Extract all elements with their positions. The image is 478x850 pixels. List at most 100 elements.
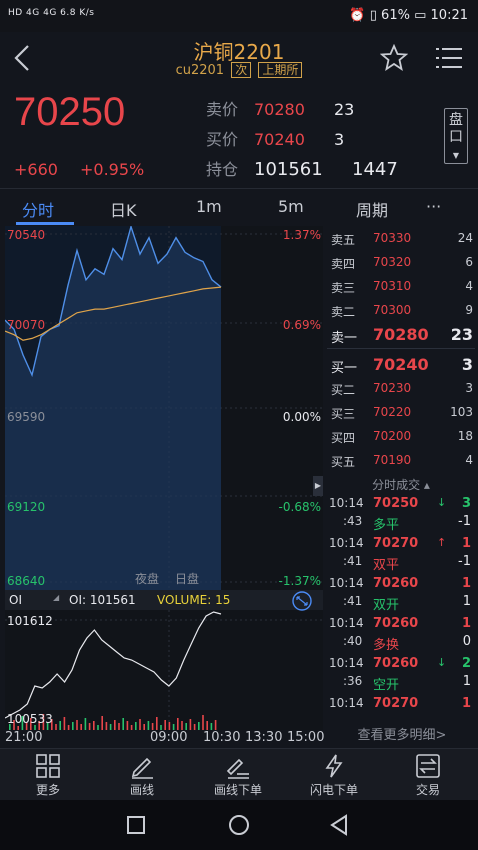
volume-bar bbox=[177, 718, 179, 730]
order-book-toggle[interactable]: 盘口 ▼ bbox=[444, 108, 468, 164]
level-volume: 6 bbox=[465, 255, 473, 269]
open-interest-row: 持仓 101561 1447 bbox=[206, 156, 398, 180]
clock: 10:21 bbox=[430, 8, 468, 23]
bid-price: 70240 bbox=[254, 130, 305, 149]
draw-order-icon bbox=[226, 758, 249, 779]
tick-trades[interactable]: 分时成交 ▴ 10:14:43 70250 多平 ↓ 3 -1 10:14:41 70270 双… bbox=[327, 474, 477, 746]
battery-icon: ▭ bbox=[414, 8, 427, 23]
level-label: 卖四 bbox=[331, 257, 356, 271]
more-button[interactable]: 更多 bbox=[8, 753, 88, 798]
level-volume: 24 bbox=[457, 231, 473, 245]
price-change-percent: +0.95% bbox=[80, 160, 145, 179]
tab-5m[interactable]: 5m bbox=[278, 197, 304, 216]
trade-volume: 1 bbox=[461, 536, 471, 551]
time-tick-3: 10:30 bbox=[203, 730, 241, 745]
status-bar: HD 4G 4G 6.8 K/s ⏰ ▯ 61% ▭ 10:21 bbox=[0, 0, 478, 32]
expand-panel-icon[interactable]: ▶ bbox=[313, 476, 323, 496]
home-icon[interactable] bbox=[229, 815, 249, 835]
draw-line-label: 画线 bbox=[129, 783, 154, 797]
trade-button[interactable]: 交易 bbox=[388, 753, 468, 798]
vibrate-icon: ▯ bbox=[369, 8, 377, 23]
book-divider bbox=[327, 348, 475, 349]
ask-level-2: 卖二 70300 9 bbox=[327, 298, 475, 322]
indicator-dropdown-icon[interactable]: ◢ bbox=[53, 593, 59, 602]
volume-oi-svg bbox=[4, 590, 323, 730]
tab-daily-k[interactable]: 日K bbox=[110, 197, 137, 221]
ask-row: 卖价 70280 23 bbox=[206, 96, 354, 120]
oi-low-label: 100533 bbox=[7, 712, 53, 726]
level-label: 买三 bbox=[331, 407, 356, 421]
volume-bar bbox=[156, 717, 158, 730]
level-price: 70240 bbox=[373, 355, 429, 374]
volume-bar bbox=[185, 723, 187, 730]
star-icon bbox=[379, 43, 409, 71]
volume-bar bbox=[59, 721, 61, 730]
trade-row: 10:14:43 70250 多平 ↓ 3 -1 bbox=[327, 496, 475, 536]
volume-bar bbox=[101, 716, 103, 730]
volume-bar bbox=[114, 720, 116, 730]
trade-time: 10:14 bbox=[329, 656, 364, 670]
battery-percent: 61% bbox=[381, 8, 410, 23]
price-chart-svg bbox=[4, 224, 323, 590]
trade-time: 10:14 bbox=[329, 576, 364, 590]
more-trades-link[interactable]: 查看更多明细> bbox=[327, 724, 477, 743]
recent-apps-icon[interactable] bbox=[127, 816, 145, 834]
chart-tabs: 分时 日K 1m 5m 周期 ··· bbox=[0, 188, 478, 225]
volume-bar bbox=[122, 718, 124, 730]
tab-period[interactable]: 周期 bbox=[356, 197, 388, 221]
volume-legend: VOLUME: 15 bbox=[157, 593, 231, 607]
flash-order-button[interactable]: 闪电下单 bbox=[294, 753, 374, 798]
oi-legend: OI: 101561 bbox=[69, 593, 136, 607]
tab-more[interactable]: ··· bbox=[426, 197, 441, 216]
draw-line-button[interactable]: 画线 bbox=[102, 753, 182, 798]
level-label: 卖三 bbox=[331, 281, 356, 295]
order-book-toggle-label: 盘口 bbox=[449, 112, 463, 145]
price-tick-low: 68640 bbox=[7, 574, 46, 588]
volume-bar bbox=[168, 722, 171, 730]
trade-oi-change: 1 bbox=[462, 674, 471, 689]
ask-level-4: 卖四 70320 6 bbox=[327, 250, 475, 274]
volume-bar bbox=[135, 722, 137, 730]
trade-price: 70270 bbox=[373, 536, 419, 551]
level-price: 70310 bbox=[373, 279, 412, 293]
level-label: 买五 bbox=[331, 455, 356, 469]
time-tick-5: 15:00 bbox=[287, 730, 325, 745]
level-label: 卖二 bbox=[331, 305, 356, 319]
level-label: 卖五 bbox=[331, 233, 356, 247]
trade-volume: 2 bbox=[461, 656, 471, 671]
trade-row: 10:14:40 70260 多换 1 0 bbox=[327, 616, 475, 656]
level-price: 70320 bbox=[373, 255, 412, 269]
level-price: 70220 bbox=[373, 405, 412, 419]
volume-bar bbox=[126, 721, 129, 730]
tab-intraday[interactable]: 分时 bbox=[22, 197, 54, 221]
contract-code: cu2201 bbox=[175, 63, 225, 78]
trade-time: 10:14 bbox=[329, 536, 364, 550]
time-axis: 21:00 09:00 10:30 13:30 15:00 bbox=[5, 730, 325, 748]
trade-price: 70270 bbox=[373, 696, 419, 711]
level-volume: 103 bbox=[450, 405, 473, 419]
trade-price: 70260 bbox=[373, 656, 419, 671]
draw-line-order-button[interactable]: 画线下单 bbox=[198, 753, 278, 798]
ask-level-1: 卖一 70280 23 bbox=[327, 322, 475, 346]
tab-1m[interactable]: 1m bbox=[196, 197, 222, 216]
bid-level-4: 买四 70200 18 bbox=[327, 424, 475, 448]
tick-trades-header[interactable]: 分时成交 ▴ bbox=[327, 476, 475, 493]
favorite-button[interactable] bbox=[379, 43, 409, 72]
flash-order-label: 闪电下单 bbox=[309, 783, 358, 797]
level-volume: 3 bbox=[461, 355, 473, 374]
intraday-chart[interactable]: 70540 70070 69590 69120 68640 1.37% 0.69… bbox=[4, 224, 323, 590]
trade-seconds: :36 bbox=[343, 674, 363, 688]
lightning-icon bbox=[325, 754, 343, 778]
draw-line-order-label: 画线下单 bbox=[213, 783, 262, 797]
time-tick-1: 21:00 bbox=[5, 730, 43, 745]
volume-oi-chart[interactable]: OI ◢ OI: 101561 VOLUME: 15 101612 100533 bbox=[4, 590, 323, 730]
menu-button[interactable] bbox=[436, 46, 462, 70]
back-nav-icon[interactable] bbox=[330, 814, 347, 836]
price-change: +660 bbox=[14, 160, 58, 179]
level-volume: 9 bbox=[465, 303, 473, 317]
time-tick-2: 09:00 bbox=[150, 730, 188, 745]
indicator-selector[interactable]: OI bbox=[9, 593, 22, 607]
more-button-label: 更多 bbox=[35, 783, 60, 797]
trade-type: 多换 bbox=[373, 638, 400, 653]
night-session-label: 夜盘 bbox=[135, 572, 160, 586]
